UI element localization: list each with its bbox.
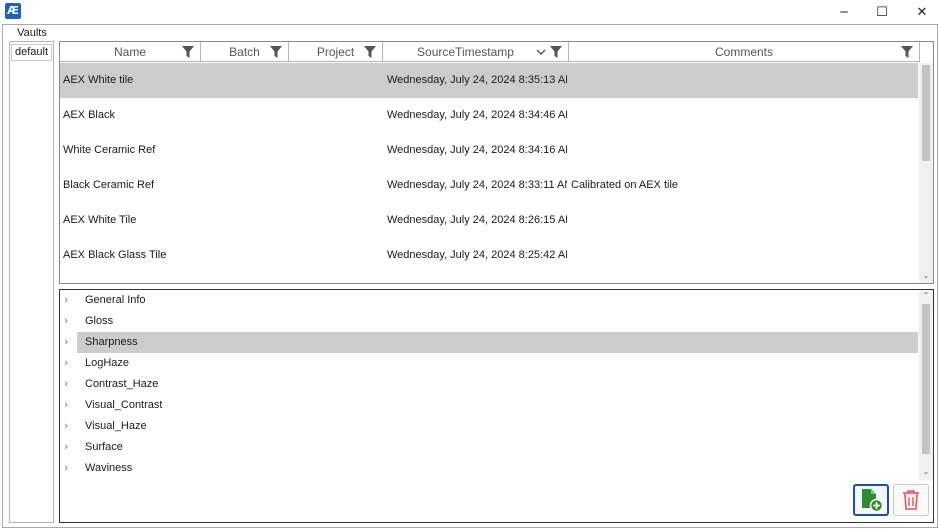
close-button[interactable]: ✕: [902, 0, 940, 24]
chevron-right-icon[interactable]: ›: [64, 374, 74, 395]
vaults-tab[interactable]: Vaults: [10, 27, 54, 41]
scrollbar-thumb[interactable]: [922, 304, 930, 454]
tree-node-contrast-haze[interactable]: › Contrast_Haze: [60, 374, 918, 395]
column-header-source-timestamp[interactable]: SourceTimestamp: [383, 42, 569, 62]
filter-icon[interactable]: [550, 46, 562, 58]
delete-sample-button[interactable]: [893, 484, 929, 516]
sort-descending-icon: [536, 49, 546, 55]
chevron-right-icon[interactable]: ›: [64, 458, 74, 479]
table-row[interactable]: AEX White tile Wednesday, July 24, 2024 …: [60, 63, 918, 98]
app-logo-icon: Æ: [5, 3, 21, 19]
cell-name: Black Ceramic Ref: [63, 179, 155, 191]
cell-timestamp: Wednesday, July 24, 2024 8:33:11 AM: [387, 179, 567, 191]
tree-node-visual-contrast[interactable]: › Visual_Contrast: [60, 395, 918, 416]
trash-icon: [903, 490, 919, 510]
cell-name: AEX Black Glass Tile: [63, 249, 167, 261]
cell-timestamp: Wednesday, July 24, 2024 8:26:15 AM: [387, 214, 567, 226]
table-row[interactable]: Black Ceramic Ref Wednesday, July 24, 20…: [60, 168, 918, 203]
tree-node-gloss[interactable]: › Gloss: [60, 311, 918, 332]
tree-node-label: Surface: [85, 441, 123, 453]
table-row[interactable]: AEX White Tile Wednesday, July 24, 2024 …: [60, 203, 918, 238]
chevron-right-icon[interactable]: ›: [64, 311, 74, 332]
filter-icon[interactable]: [182, 46, 194, 58]
cell-timestamp: Wednesday, July 24, 2024 8:34:46 AM: [387, 109, 567, 121]
minimize-button[interactable]: ─: [824, 0, 864, 24]
tree-node-label: Sharpness: [85, 336, 138, 348]
tree-node-sharpness[interactable]: › Sharpness: [60, 332, 918, 353]
tree-node-label: LogHaze: [85, 357, 130, 369]
cell-timestamp: Wednesday, July 24, 2024 8:34:16 AM: [387, 144, 567, 156]
cell-comments: [571, 133, 911, 168]
vaults-list: default: [9, 41, 54, 523]
scroll-up-icon[interactable]: ⌃: [919, 290, 933, 302]
title-bar: Æ ─ ☐ ✕: [0, 0, 940, 24]
cell-name: AEX White tile: [63, 74, 134, 86]
tree-node-label: General Info: [85, 294, 146, 306]
cell-comments: [571, 63, 911, 98]
cell-comments: Calibrated on AEX tile: [571, 179, 679, 191]
scroll-down-icon[interactable]: ⌄: [919, 270, 933, 282]
close-icon: ✕: [916, 4, 928, 20]
table-row[interactable]: White Ceramic Ref Wednesday, July 24, 20…: [60, 133, 918, 168]
add-file-icon: [862, 489, 884, 513]
table-row[interactable]: AEX Black Wednesday, July 24, 2024 8:34:…: [60, 98, 918, 133]
properties-tree: › General Info › Gloss › Sharpness › Log…: [59, 289, 934, 523]
add-sample-button[interactable]: [853, 484, 889, 516]
tree-node-loghaze[interactable]: › LogHaze: [60, 353, 918, 374]
column-header-label: Comments: [714, 45, 773, 59]
chevron-right-icon[interactable]: ›: [64, 416, 74, 437]
column-header-label: Name: [113, 45, 146, 59]
column-header-comments[interactable]: Comments: [569, 42, 920, 62]
scrollbar-thumb[interactable]: [922, 65, 930, 161]
chevron-right-icon[interactable]: ›: [64, 290, 74, 311]
cell-name: AEX White Tile: [63, 214, 137, 226]
cell-name: White Ceramic Ref: [63, 144, 156, 156]
chevron-right-icon[interactable]: ›: [64, 395, 74, 416]
tree-node-label: Visual_Contrast: [85, 399, 163, 411]
cell-timestamp: Wednesday, July 24, 2024 8:35:13 AM: [387, 74, 567, 86]
tree-node-surface[interactable]: › Surface: [60, 437, 918, 458]
chevron-right-icon[interactable]: ›: [64, 353, 74, 374]
column-header-batch[interactable]: Batch: [201, 42, 289, 62]
column-header-label: SourceTimestamp: [417, 45, 514, 59]
filter-icon[interactable]: [901, 46, 913, 58]
tree-node-general-info[interactable]: › General Info: [60, 290, 918, 311]
filter-icon[interactable]: [270, 46, 282, 58]
cell-comments: [571, 238, 911, 273]
selection-highlight: [77, 332, 918, 353]
cell-timestamp: Wednesday, July 24, 2024 8:25:42 AM: [387, 249, 567, 261]
filter-icon[interactable]: [364, 46, 376, 58]
chevron-right-icon[interactable]: ›: [64, 437, 74, 458]
column-header-name[interactable]: Name: [60, 42, 201, 62]
tree-node-label: Visual_Haze: [85, 420, 147, 432]
tree-node-label: Contrast_Haze: [85, 378, 159, 390]
cell-name: AEX Black: [63, 109, 115, 121]
tree-node-visual-haze[interactable]: › Visual_Haze: [60, 416, 918, 437]
cell-comments: [571, 203, 911, 238]
tree-node-waviness[interactable]: › Waviness: [60, 458, 918, 479]
column-header-project[interactable]: Project: [289, 42, 383, 62]
tree-node-label: Waviness: [85, 462, 133, 474]
minimize-icon: ─: [840, 5, 848, 19]
chevron-right-icon[interactable]: ›: [64, 332, 74, 353]
scroll-down-icon[interactable]: ⌄: [919, 466, 933, 478]
table-row[interactable]: AEX Black Glass Tile Wednesday, July 24,…: [60, 238, 918, 273]
cell-comments: [571, 98, 911, 133]
maximize-button[interactable]: ☐: [862, 0, 902, 24]
samples-grid: Name Batch Project SourceTimestamp Comme…: [59, 41, 934, 284]
maximize-icon: ☐: [876, 4, 888, 20]
tree-node-label: Gloss: [85, 315, 114, 327]
vault-item-default[interactable]: default: [11, 44, 52, 61]
grid-header: Name Batch Project SourceTimestamp Comme…: [60, 42, 920, 62]
tree-scrollbar[interactable]: ⌃ ⌄: [919, 290, 933, 480]
grid-scrollbar[interactable]: ⌄: [919, 63, 933, 283]
